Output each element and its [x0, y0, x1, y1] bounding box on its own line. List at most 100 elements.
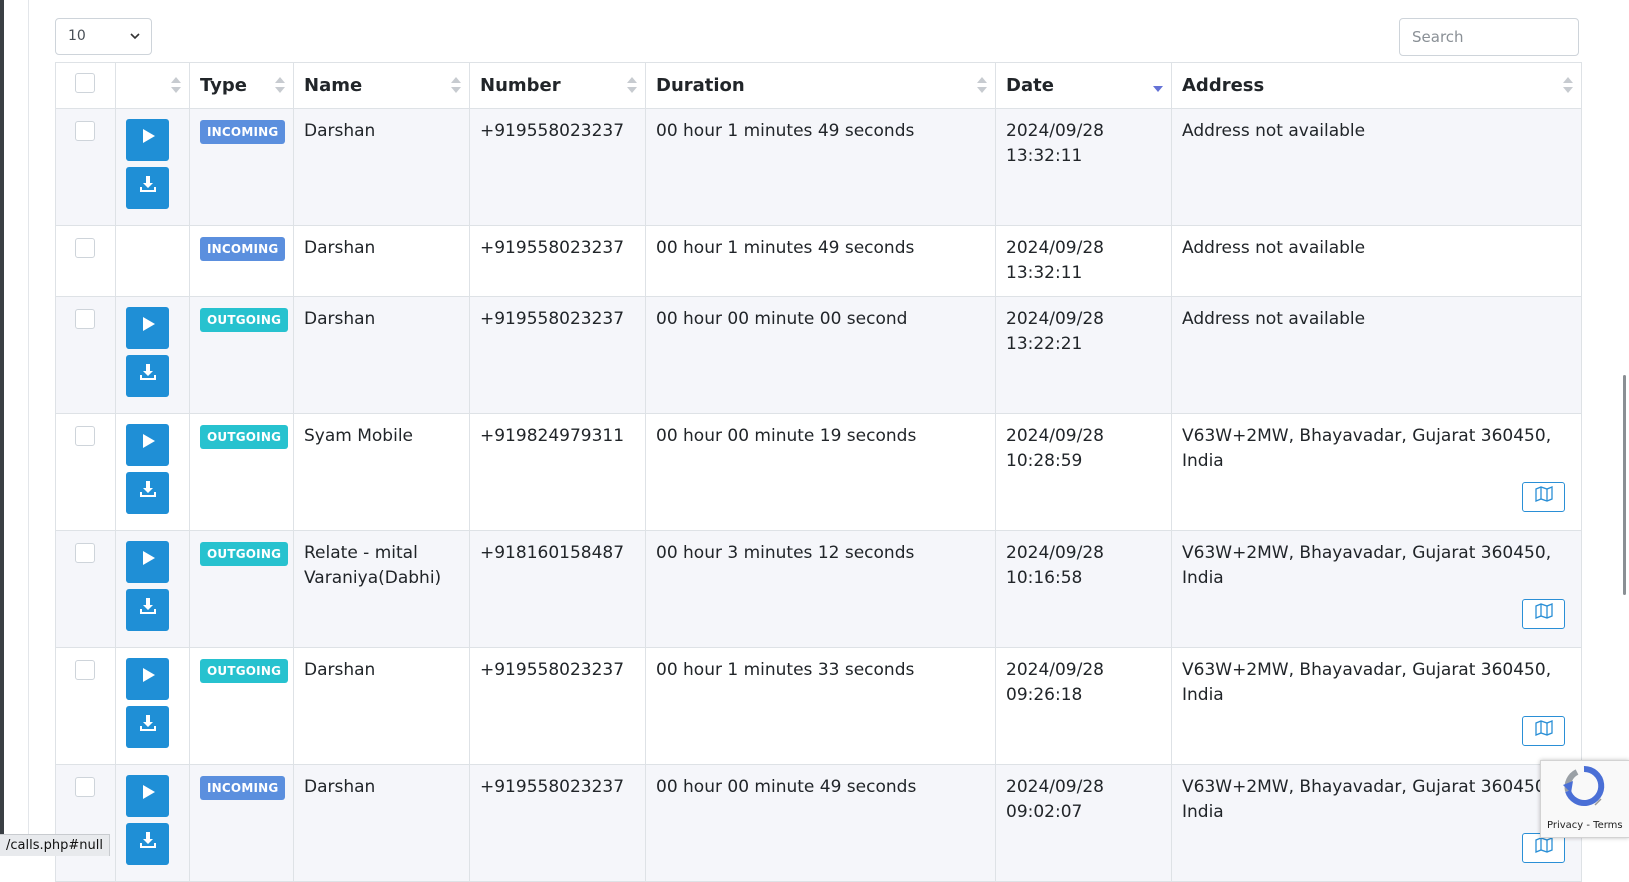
number-cell: +919558023237	[469, 647, 646, 765]
call-address: Address not available	[1182, 309, 1366, 329]
search-input[interactable]	[1399, 18, 1579, 56]
download-button[interactable]	[126, 472, 169, 514]
column-header-number[interactable]: Number	[469, 62, 646, 109]
phone-number: +919824979311	[480, 426, 625, 446]
play-button[interactable]	[126, 424, 169, 466]
column-header-label: Name	[304, 75, 363, 96]
download-button[interactable]	[126, 355, 169, 397]
play-button[interactable]	[126, 307, 169, 349]
call-duration: 00 hour 3 minutes 12 seconds	[656, 543, 915, 563]
duration-cell: 00 hour 1 minutes 49 seconds	[645, 108, 996, 226]
column-header-actions[interactable]	[115, 62, 190, 109]
name-cell: Darshan	[293, 764, 470, 882]
call-address: V63W+2MW, Bhayavadar, Gujarat 360450, In…	[1182, 660, 1552, 705]
row-checkbox[interactable]	[75, 238, 95, 258]
table-row[interactable]: OUTGOING Darshan +919558023237 00 hour 00 m…	[55, 296, 1582, 414]
row-checkbox[interactable]	[75, 309, 95, 329]
status-bar-url: /calls.php#null	[0, 834, 110, 856]
phone-number: +919558023237	[480, 777, 625, 797]
calls-table-container: Type Name Number Duration Date Address I…	[55, 62, 1582, 882]
row-checkbox[interactable]	[75, 660, 95, 680]
date-cell: 2024/09/28 09:26:18	[995, 647, 1172, 765]
recaptcha-badge[interactable]: Privacy - Terms	[1540, 760, 1629, 838]
column-header-label: Type	[200, 75, 247, 96]
select-all-header[interactable]	[55, 62, 116, 109]
call-time: 09:02:07	[1006, 802, 1083, 822]
map-button[interactable]	[1522, 482, 1565, 512]
download-icon	[138, 174, 158, 202]
contact-name: Syam Mobile	[304, 426, 413, 446]
scrollbar-thumb[interactable]	[1623, 375, 1626, 595]
column-header-date[interactable]: Date	[995, 62, 1172, 109]
address-cell: V63W+2MW, Bhayavadar, Gujarat 360450, In…	[1171, 647, 1582, 765]
call-type-badge: INCOMING	[200, 776, 286, 800]
play-button[interactable]	[126, 541, 169, 583]
table-row[interactable]: OUTGOING Relate - mital Varaniya(Dabhi) +9…	[55, 530, 1582, 648]
download-icon	[138, 830, 158, 858]
table-row[interactable]: OUTGOING Darshan +919558023237 00 hour 1 mi…	[55, 647, 1582, 765]
call-duration: 00 hour 1 minutes 49 seconds	[656, 121, 915, 141]
map-icon	[1534, 719, 1553, 744]
number-cell: +918160158487	[469, 530, 646, 648]
number-cell: +919824979311	[469, 413, 646, 531]
download-button[interactable]	[126, 823, 169, 865]
type-cell: INCOMING	[189, 225, 294, 297]
call-time: 09:26:18	[1006, 685, 1083, 705]
play-icon	[139, 315, 157, 341]
download-button[interactable]	[126, 167, 169, 209]
page-length-select[interactable]: 10	[55, 18, 152, 55]
address-cell: V63W+2MW, Bhayavadar, Gujarat 360450, In…	[1171, 413, 1582, 531]
recaptcha-logo-icon	[1563, 765, 1605, 806]
calls-table: Type Name Number Duration Date Address I…	[55, 62, 1582, 882]
call-type-badge: OUTGOING	[200, 542, 289, 566]
table-row[interactable]: INCOMING Darshan +919558023237 00 hour 00 m…	[55, 764, 1582, 882]
map-button[interactable]	[1522, 599, 1565, 629]
row-checkbox[interactable]	[75, 543, 95, 563]
duration-cell: 00 hour 00 minute 49 seconds	[645, 764, 996, 882]
play-icon	[139, 549, 157, 575]
row-checkbox[interactable]	[75, 777, 95, 797]
phone-number: +919558023237	[480, 309, 625, 329]
recaptcha-links[interactable]: Privacy - Terms	[1547, 820, 1623, 831]
address-cell: Address not available	[1171, 296, 1582, 414]
column-header-name[interactable]: Name	[293, 62, 470, 109]
download-button[interactable]	[126, 706, 169, 748]
window-edge	[0, 0, 4, 856]
select-all-checkbox[interactable]	[75, 73, 95, 93]
row-checkbox[interactable]	[75, 426, 95, 446]
sort-icon	[1563, 76, 1573, 96]
call-date: 2024/09/28	[1006, 777, 1104, 797]
map-button[interactable]	[1522, 716, 1565, 746]
contact-name: Relate - mital Varaniya(Dabhi)	[304, 543, 442, 588]
phone-number: +919558023237	[480, 238, 625, 258]
row-select-cell	[55, 530, 116, 648]
column-header-address[interactable]: Address	[1171, 62, 1582, 109]
table-row[interactable]: INCOMING Darshan +919558023237 00 hour 1 mi…	[55, 108, 1582, 226]
play-button[interactable]	[126, 658, 169, 700]
play-button[interactable]	[126, 775, 169, 817]
table-row[interactable]: INCOMING Darshan +919558023237 00 hour 1 mi…	[55, 225, 1582, 297]
address-cell: V63W+2MW, Bhayavadar, Gujarat 360450, In…	[1171, 764, 1582, 882]
play-button[interactable]	[126, 119, 169, 161]
number-cell: +919558023237	[469, 296, 646, 414]
duration-cell: 00 hour 3 minutes 12 seconds	[645, 530, 996, 648]
row-select-cell	[55, 413, 116, 531]
download-button[interactable]	[126, 589, 169, 631]
table-row[interactable]: OUTGOING Syam Mobile +919824979311 00 hour …	[55, 413, 1582, 531]
column-header-duration[interactable]: Duration	[645, 62, 996, 109]
column-header-type[interactable]: Type	[189, 62, 294, 109]
address-cell: Address not available	[1171, 225, 1582, 297]
row-actions-cell	[115, 647, 190, 765]
row-select-cell	[55, 108, 116, 226]
call-type-badge: OUTGOING	[200, 659, 289, 683]
call-duration: 00 hour 00 minute 00 second	[656, 309, 908, 329]
name-cell: Relate - mital Varaniya(Dabhi)	[293, 530, 470, 648]
row-checkbox[interactable]	[75, 121, 95, 141]
date-cell: 2024/09/28 13:32:11	[995, 108, 1172, 226]
card-border	[28, 0, 29, 856]
call-date: 2024/09/28	[1006, 426, 1104, 446]
call-time: 13:32:11	[1006, 263, 1083, 283]
call-date: 2024/09/28	[1006, 309, 1104, 329]
number-cell: +919558023237	[469, 225, 646, 297]
download-icon	[138, 479, 158, 507]
